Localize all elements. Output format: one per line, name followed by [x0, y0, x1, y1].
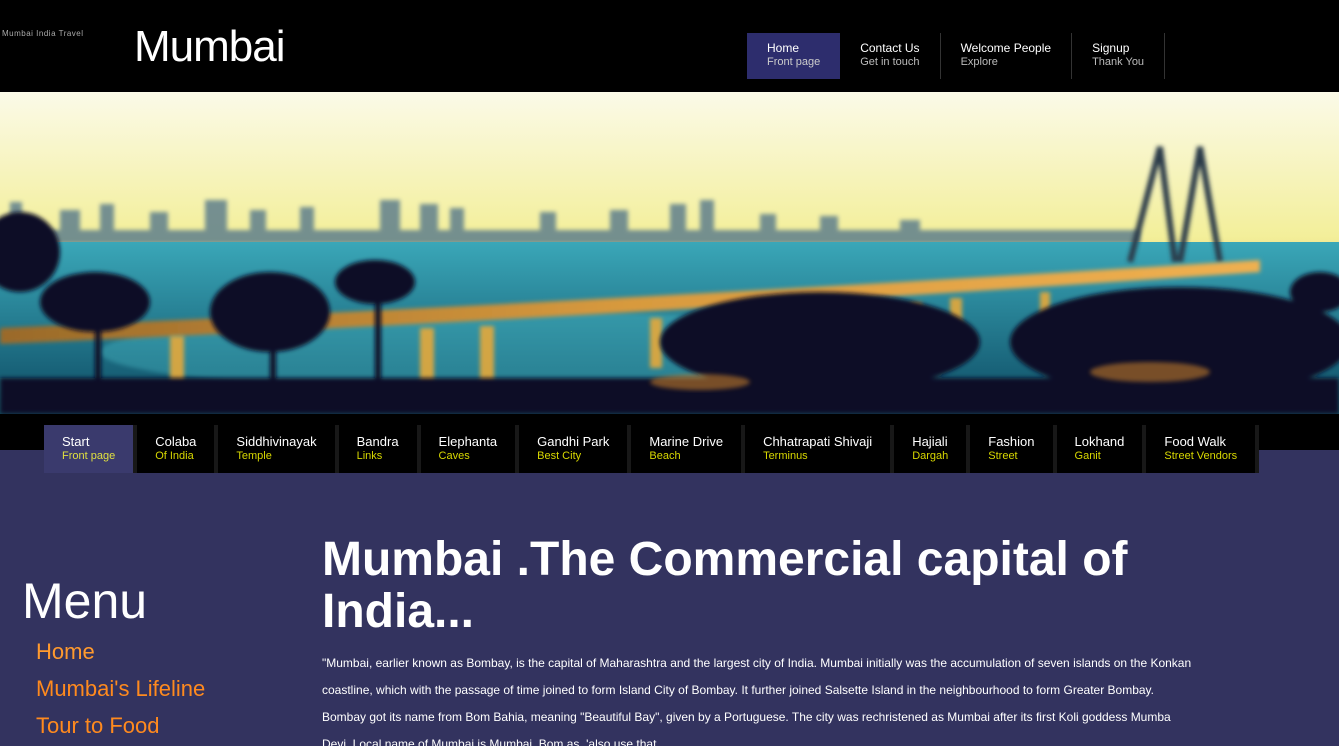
sidebar-title: Menu	[22, 573, 148, 629]
cat-fashion[interactable]: Fashion Street	[970, 425, 1057, 473]
site-tagline: Mumbai India Travel	[2, 29, 84, 38]
cat-bandra[interactable]: Bandra Links	[338, 425, 421, 473]
cat-label: Lokhand	[1074, 434, 1125, 449]
cat-sub: Best City	[537, 450, 582, 462]
cat-label: Start	[62, 434, 90, 449]
hero-banner-image	[0, 92, 1339, 414]
cat-sub: Links	[356, 450, 383, 462]
sidebar-item-food[interactable]: Tour to Food	[36, 711, 205, 746]
topnav-label: Welcome People	[960, 41, 1052, 55]
sidebar-item-home[interactable]: Home	[36, 637, 205, 674]
cat-sub: Caves	[438, 450, 470, 462]
cat-lokhand[interactable]: Lokhand Ganit	[1056, 425, 1147, 473]
site-header: Mumbai India Travel Mumbai Home Front pa…	[0, 0, 1339, 92]
cat-sub: Beach	[649, 450, 681, 462]
topnav-signup[interactable]: Signup Thank You	[1072, 33, 1166, 79]
topnav-label: Signup	[1092, 41, 1130, 55]
cat-elephanta[interactable]: Elephanta Caves	[420, 425, 520, 473]
cat-sub: Temple	[236, 450, 272, 462]
cat-label: Colaba	[155, 434, 197, 449]
topnav-label: Home	[767, 41, 800, 55]
topnav-sub: Front page	[767, 56, 821, 68]
cat-marine-drive[interactable]: Marine Drive Beach	[631, 425, 746, 473]
topnav-sub: Explore	[960, 56, 998, 68]
cat-sub: Street	[988, 450, 1018, 462]
cat-label: Marine Drive	[649, 434, 724, 449]
cat-food-walk[interactable]: Food Walk Street Vendors	[1146, 425, 1260, 473]
topnav-sub: Thank You	[1092, 56, 1145, 68]
cat-colaba[interactable]: Colaba Of India	[137, 425, 219, 473]
cat-label: Bandra	[356, 434, 399, 449]
cat-sub: Street Vendors	[1164, 450, 1238, 462]
cat-label: Elephanta	[438, 434, 498, 449]
topnav-welcome[interactable]: Welcome People Explore	[941, 33, 1073, 79]
article-body: "Mumbai, earlier known as Bombay, is the…	[322, 656, 1192, 746]
topnav-home[interactable]: Home Front page	[747, 33, 841, 79]
topnav-label: Contact Us	[860, 41, 920, 55]
cat-start[interactable]: Start Front page	[44, 425, 138, 473]
cat-chhatrapati[interactable]: Chhatrapati Shivaji Terminus	[745, 425, 895, 473]
top-nav: Home Front page Contact Us Get in touch …	[747, 33, 1166, 81]
topnav-contact[interactable]: Contact Us Get in touch	[840, 33, 941, 79]
cat-sub: Terminus	[763, 450, 808, 462]
sidebar-item-lifeline[interactable]: Mumbai's Lifeline	[36, 674, 205, 711]
category-nav: Start Front page Colaba Of India Siddhiv…	[44, 425, 1260, 475]
cat-label: Siddhivinayak	[236, 434, 317, 449]
site-title[interactable]: Mumbai	[134, 22, 285, 72]
topnav-sub: Get in touch	[860, 56, 920, 68]
cat-sub: Dargah	[912, 450, 949, 462]
cat-sub: Of India	[155, 450, 194, 462]
cat-sub: Ganit	[1074, 450, 1101, 462]
cat-label: Gandhi Park	[537, 434, 610, 449]
cat-label: Chhatrapati Shivaji	[763, 434, 873, 449]
cat-label: Food Walk	[1164, 434, 1227, 449]
cat-label: Fashion	[988, 434, 1035, 449]
cat-gandhi-park[interactable]: Gandhi Park Best City	[519, 425, 632, 473]
sidebar-menu: Home Mumbai's Lifeline Tour to Food	[36, 637, 205, 746]
cat-label: Hajiali	[912, 434, 948, 449]
page-title: Mumbai .The Commercial capital of India.…	[322, 533, 1128, 638]
cat-hajiali[interactable]: Hajiali Dargah	[894, 425, 971, 473]
cat-sub: Front page	[62, 450, 116, 462]
cat-siddhivinayak[interactable]: Siddhivinayak Temple	[218, 425, 339, 473]
